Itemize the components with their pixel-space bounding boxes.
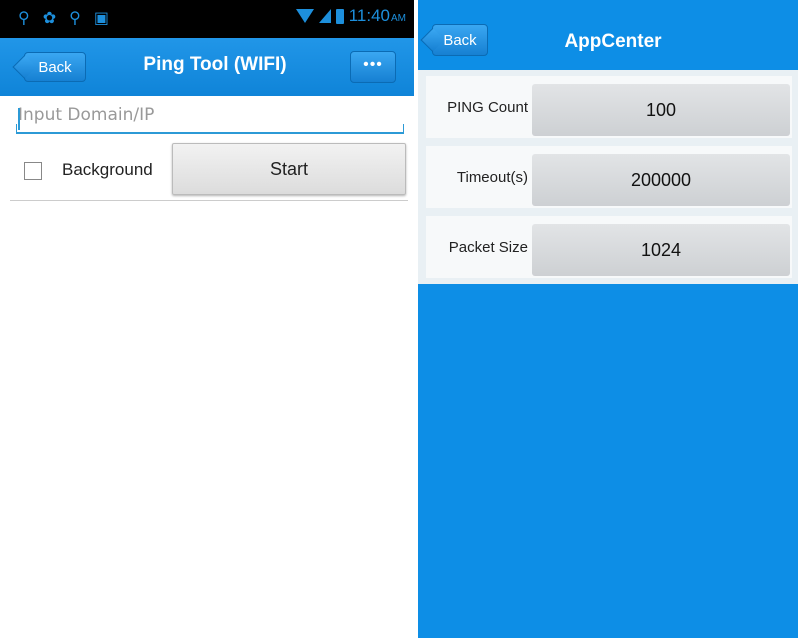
usb-icon: ⚲ xyxy=(18,8,30,27)
packet-size-field[interactable]: 1024 xyxy=(532,224,790,276)
start-button-label: Start xyxy=(269,158,308,179)
back-button-label: Back xyxy=(38,58,72,76)
image-icon: ▣ xyxy=(93,8,109,27)
back-button-label: Back xyxy=(443,31,477,49)
system-icons: 11:40AM xyxy=(295,6,406,26)
more-options-button[interactable]: ••• xyxy=(350,51,396,83)
clock: 11:40AM xyxy=(349,6,406,26)
page-title: AppCenter xyxy=(564,31,662,52)
wifi-icon xyxy=(295,9,314,23)
domain-ip-input[interactable]: Input Domain/IP xyxy=(16,100,404,134)
navigation-bar: Back Ping Tool (WIFI) ••• xyxy=(0,38,414,96)
domain-ip-placeholder: Input Domain/IP xyxy=(18,105,155,125)
ping-count-label: PING Count xyxy=(447,98,528,116)
background-checkbox[interactable] xyxy=(24,162,42,180)
start-button[interactable]: Start xyxy=(172,143,406,195)
ping-tool-screen: ⚲ ✿ ⚲ ▣ 11:40AM Back Ping Tool (WIFI) ••… xyxy=(0,0,414,638)
background-label: Background xyxy=(62,160,153,179)
battery-icon xyxy=(335,8,344,24)
settings-notification-icon: ✿ xyxy=(42,8,57,27)
ping-settings-form: PING Count 100 Timeout(s) 200000 Packet … xyxy=(418,70,798,284)
notification-icons: ⚲ ✿ ⚲ ▣ xyxy=(18,8,109,27)
ping-count-row: PING Count 100 xyxy=(426,76,792,138)
clock-time: 11:40 xyxy=(348,6,390,25)
status-bar: ⚲ ✿ ⚲ ▣ 11:40AM xyxy=(0,0,414,38)
timeout-row: Timeout(s) 200000 xyxy=(426,146,792,208)
navigation-bar: Back AppCenter xyxy=(418,0,798,70)
packet-size-label: Packet Size xyxy=(448,238,528,256)
back-button[interactable]: Back xyxy=(24,52,86,82)
timeout-field[interactable]: 200000 xyxy=(532,154,790,206)
signal-icon xyxy=(318,9,331,23)
page-title: Ping Tool (WIFI) xyxy=(143,54,287,75)
back-button[interactable]: Back xyxy=(432,24,488,56)
usb-icon: ⚲ xyxy=(69,8,81,27)
packet-size-row: Packet Size 1024 xyxy=(426,216,792,278)
clock-ampm: AM xyxy=(391,13,406,24)
ping-count-field[interactable]: 100 xyxy=(532,84,790,136)
more-icon: ••• xyxy=(363,56,383,73)
text-cursor xyxy=(18,108,20,130)
timeout-label: Timeout(s) xyxy=(456,168,528,186)
appcenter-settings-screen: Back AppCenter PING Count 100 Timeout(s)… xyxy=(418,0,798,638)
